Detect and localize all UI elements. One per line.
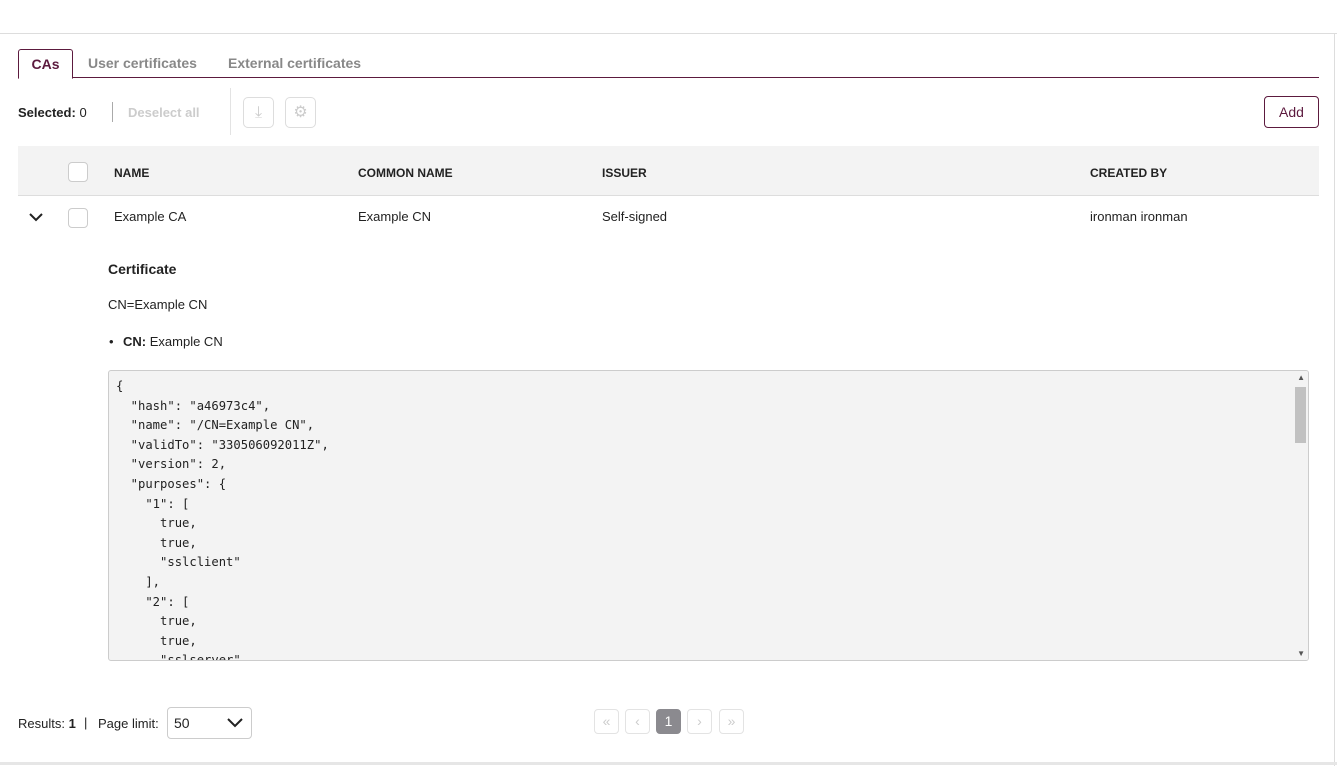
download-icon: ⤓ xyxy=(254,104,263,121)
column-issuer[interactable]: ISSUER xyxy=(602,166,647,180)
previous-page-button[interactable]: ‹ xyxy=(625,709,650,734)
next-page-button[interactable]: › xyxy=(687,709,712,734)
tab-cas[interactable]: CAs xyxy=(18,49,73,79)
page-limit-select[interactable]: 50 xyxy=(167,707,252,739)
column-created-by[interactable]: CREATED BY xyxy=(1090,166,1167,180)
page-limit-value: 50 xyxy=(174,715,190,731)
selected-count: Selected: 0 xyxy=(18,105,87,120)
selected-label: Selected: xyxy=(18,105,76,120)
divider xyxy=(0,762,1337,765)
results-value: 1 xyxy=(68,716,76,731)
column-common-name[interactable]: COMMON NAME xyxy=(358,166,453,180)
certificate-settings-button[interactable]: ⚙ xyxy=(285,97,316,128)
page-1-button[interactable]: 1 xyxy=(656,709,681,734)
details-title: Certificate xyxy=(108,261,177,277)
scroll-down-icon[interactable]: ▼ xyxy=(1297,649,1305,658)
certificate-json: { "hash": "a46973c4", "name": "/CN=Examp… xyxy=(116,379,329,661)
certificate-json-view[interactable]: { "hash": "a46973c4", "name": "/CN=Examp… xyxy=(108,370,1309,661)
details-field: CN: Example CN xyxy=(109,334,223,349)
scrollbar[interactable]: ▲ ▼ xyxy=(1294,371,1308,660)
field-value: Example CN xyxy=(149,334,223,349)
results-count: Results: 1 xyxy=(18,716,76,731)
add-button[interactable]: Add xyxy=(1264,96,1319,128)
page-limit-label: Page limit: xyxy=(98,716,159,731)
tab-user-certificates[interactable]: User certificates xyxy=(88,49,197,78)
column-name[interactable]: NAME xyxy=(114,166,149,180)
divider xyxy=(112,102,113,122)
details-subject: CN=Example CN xyxy=(108,297,208,312)
cell-common-name: Example CN xyxy=(358,209,431,224)
scrollbar-thumb[interactable] xyxy=(1295,387,1306,443)
results-label: Results: xyxy=(18,716,65,731)
selected-value: 0 xyxy=(79,105,87,120)
tab-external-certificates[interactable]: External certificates xyxy=(228,49,361,78)
separator: | xyxy=(84,715,88,730)
divider xyxy=(1334,33,1335,766)
divider xyxy=(0,33,1337,34)
table-row[interactable]: Example CA Example CN Self-signed ironma… xyxy=(18,197,1319,237)
last-page-button[interactable]: » xyxy=(719,709,744,734)
cell-name: Example CA xyxy=(114,209,187,224)
tab-bar: CAs User certificates External certifica… xyxy=(18,49,1319,79)
scroll-up-icon[interactable]: ▲ xyxy=(1297,373,1305,382)
deselect-all-button[interactable]: Deselect all xyxy=(128,105,200,120)
certificate-settings-icon: ⚙ xyxy=(293,104,308,121)
chevron-down-icon[interactable] xyxy=(28,209,44,225)
field-key: CN: xyxy=(123,334,147,349)
cell-created-by: ironman ironman xyxy=(1090,209,1188,224)
cell-issuer: Self-signed xyxy=(602,209,668,224)
select-all-checkbox[interactable] xyxy=(68,162,88,182)
chevron-down-icon xyxy=(227,718,243,728)
first-page-button[interactable]: « xyxy=(594,709,619,734)
row-checkbox[interactable] xyxy=(68,208,88,228)
divider xyxy=(230,88,231,135)
download-button[interactable]: ⤓ xyxy=(243,97,274,128)
table-header: NAME COMMON NAME ISSUER CREATED BY xyxy=(18,146,1319,196)
